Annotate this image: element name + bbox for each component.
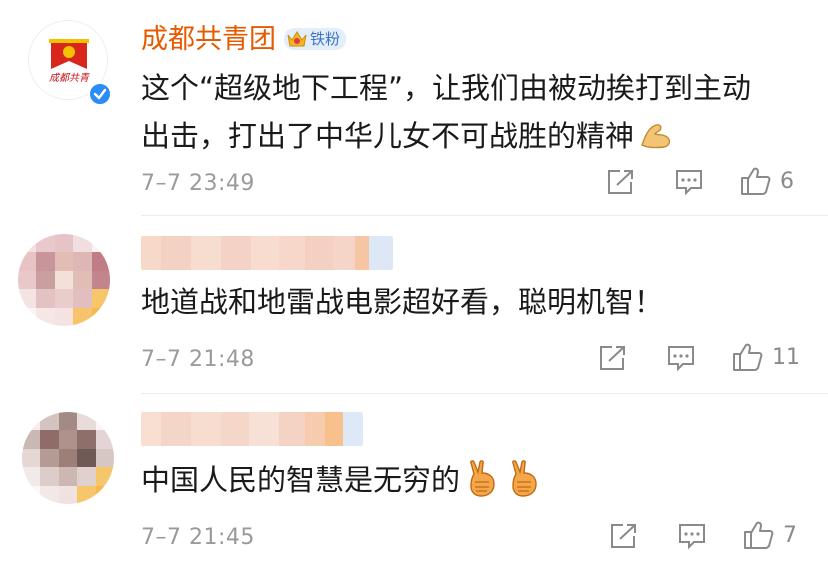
share-button[interactable]: [598, 344, 628, 372]
like-button[interactable]: 7: [743, 520, 797, 550]
fan-badge[interactable]: 铁粉: [284, 27, 347, 50]
comment-text-line: 这个“超级地下工程”，让我们由被动挨打到主动: [141, 71, 752, 105]
avatar[interactable]: [18, 234, 110, 326]
comment-text: 中国人民的智慧是无穷的: [141, 456, 801, 504]
thumbs-up-icon: [744, 521, 774, 549]
comment-item: 中国人民的智慧是无穷的 7–7 21:45 7: [0, 394, 828, 563]
author-name-text[interactable]: 成都共青团: [141, 24, 276, 55]
author-name-obscured[interactable]: [141, 412, 363, 446]
comment-text: 这个“超级地下工程”，让我们由被动挨打到主动 出击，打出了中华儿女不可战胜的精神: [141, 64, 801, 160]
avatar[interactable]: [22, 412, 114, 504]
share-icon: [611, 524, 636, 548]
comment-text: 地道战和地雷战电影超好看，聪明机智！: [141, 285, 664, 319]
victory-hand-emoji-icon: [512, 460, 537, 497]
badge-label: 铁粉: [310, 29, 341, 48]
comment-time: 7–7 23:49: [141, 171, 255, 196]
victory-hand-emoji-icon: [470, 460, 495, 497]
like-button[interactable]: 6: [740, 166, 794, 196]
comment-item: 地道战和地雷战电影超好看，聪明机智！ 7–7 21:48 11: [0, 216, 828, 396]
reply-button[interactable]: [677, 522, 707, 550]
svg-text:成都共青: 成都共青: [49, 72, 90, 84]
crown-icon: [287, 30, 307, 46]
comment-time: 7–7 21:48: [141, 347, 255, 372]
author-name-obscured[interactable]: [141, 236, 393, 270]
comment-text-segment: 出击，打出了中华儿女不可战胜的精神: [141, 119, 635, 153]
comment-item: 成都共青 成都共青团 铁粉 这个“超级地下工程”，让我们由被动挨打到主动 出击，打…: [0, 0, 828, 215]
share-icon: [608, 170, 633, 194]
comment-text-segment: 中国人民的智慧是无穷的: [141, 463, 461, 497]
comment-icon: [679, 524, 705, 550]
share-icon: [600, 346, 625, 370]
verified-badge-icon: [88, 82, 112, 106]
author-name[interactable]: 成都共青团 铁粉: [141, 24, 347, 56]
like-count: 6: [780, 168, 794, 194]
thumbs-up-icon: [733, 343, 763, 371]
like-button[interactable]: 11: [732, 342, 800, 372]
comment-time: 7–7 21:45: [141, 525, 255, 550]
comment-icon: [676, 170, 702, 196]
share-button[interactable]: [606, 168, 636, 196]
like-count: 11: [772, 344, 800, 370]
reply-button[interactable]: [674, 168, 704, 196]
reply-button[interactable]: [666, 344, 696, 372]
comment-text-line: 出击，打出了中华儿女不可战胜的精神: [141, 112, 801, 160]
like-count: 7: [783, 522, 797, 548]
share-button[interactable]: [609, 522, 639, 550]
flexed-biceps-emoji-icon: [641, 124, 671, 149]
comment-icon: [668, 346, 694, 372]
thumbs-up-icon: [741, 167, 771, 195]
